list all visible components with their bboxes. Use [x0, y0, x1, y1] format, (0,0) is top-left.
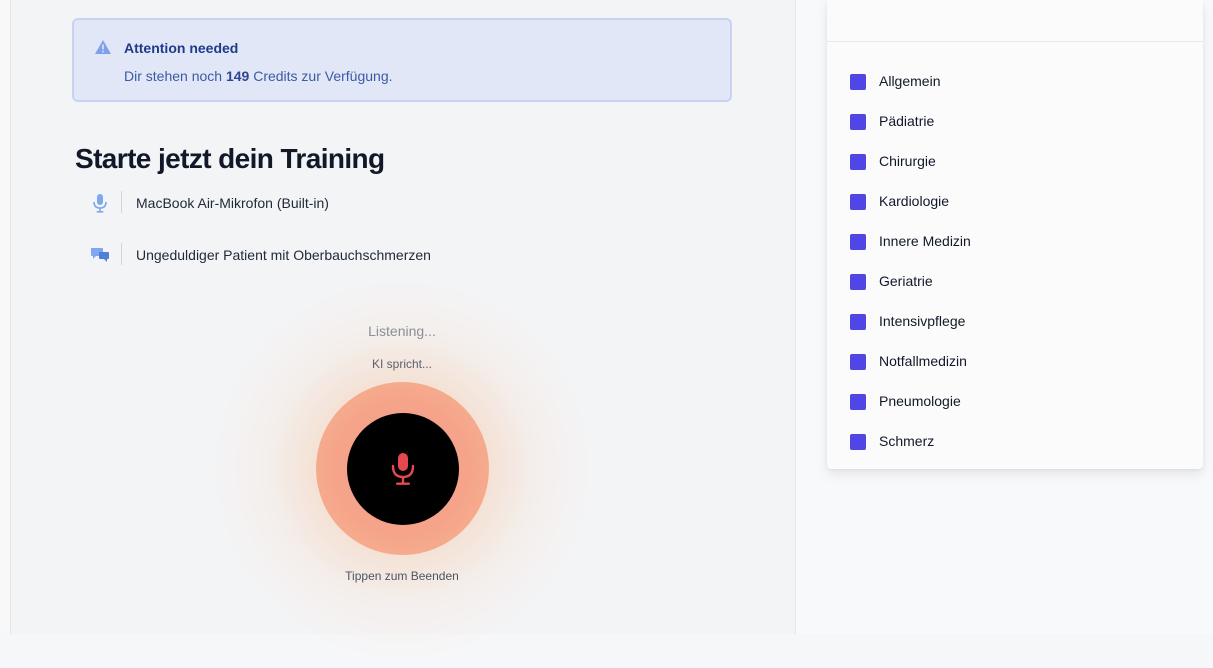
checkbox[interactable]: [850, 314, 866, 330]
credits-count: 149: [225, 68, 250, 84]
separator: [121, 191, 122, 213]
alert-title: Attention needed: [124, 40, 239, 56]
category-option[interactable]: Innere Medizin: [850, 230, 1180, 254]
category-option[interactable]: Chirurgie: [850, 150, 1180, 174]
category-label: Allgemein: [879, 73, 941, 89]
record-button[interactable]: [347, 413, 459, 525]
scenario-selector[interactable]: Ungeduldiger Patient mit Oberbauchschmer…: [73, 241, 673, 269]
category-option[interactable]: Pneumologie: [850, 390, 1180, 414]
alert-text-after: Credits zur Verfügung.: [249, 68, 393, 84]
category-label: Geriatrie: [879, 273, 933, 289]
category-label: Notfallmedizin: [879, 353, 967, 369]
category-option[interactable]: Allgemein: [850, 70, 1180, 94]
tap-to-end-hint: Tippen zum Beenden: [345, 569, 459, 583]
category-label: Intensivpflege: [879, 313, 966, 329]
category-option[interactable]: Schmerz: [850, 430, 1180, 454]
category-label: Innere Medizin: [879, 233, 971, 249]
category-option[interactable]: Kardiologie: [850, 190, 1180, 214]
microphone-label: MacBook Air-Mikrofon (Built-in): [136, 195, 329, 211]
category-label: Schmerz: [879, 433, 935, 449]
category-option[interactable]: Pädiatrie: [850, 110, 1180, 134]
checkbox[interactable]: [850, 434, 866, 450]
checkbox[interactable]: [850, 274, 866, 290]
alert-text: Dir stehen noch 149 Credits zur Verfügun…: [124, 68, 393, 84]
checkbox[interactable]: [850, 394, 866, 410]
warning-icon: [95, 40, 111, 54]
checkbox[interactable]: [850, 354, 866, 370]
separator: [121, 243, 122, 265]
checkbox[interactable]: [850, 154, 866, 170]
category-label: Chirurgie: [879, 153, 936, 169]
listening-status: Listening...: [368, 323, 436, 339]
dropdown-header[interactable]: [827, 0, 1203, 42]
scenario-label: Ungeduldiger Patient mit Oberbauchschmer…: [136, 247, 431, 263]
checkbox[interactable]: [850, 234, 866, 250]
category-dropdown: Allgemein Pädiatrie Chirurgie Kardiologi…: [827, 0, 1203, 469]
microphone-selector[interactable]: MacBook Air-Mikrofon (Built-in): [73, 189, 673, 217]
category-option[interactable]: Notfallmedizin: [850, 350, 1180, 374]
ai-speaking-status: KI spricht...: [371, 357, 433, 371]
microphone-icon: [391, 453, 415, 485]
category-label: Kardiologie: [879, 193, 950, 209]
category-label: Pneumologie: [879, 393, 961, 409]
alert-text-before: Dir stehen noch: [124, 68, 226, 84]
category-option[interactable]: Geriatrie: [850, 270, 1180, 294]
checkbox[interactable]: [850, 194, 866, 210]
microphone-icon: [93, 194, 107, 213]
checkbox[interactable]: [850, 114, 866, 130]
checkbox[interactable]: [850, 74, 866, 90]
left-rail: [0, 0, 11, 634]
page-title: Starte jetzt dein Training: [75, 143, 385, 174]
category-label: Pädiatrie: [879, 113, 935, 129]
credits-alert: Attention needed Dir stehen noch 149 Cre…: [72, 18, 732, 102]
category-option[interactable]: Intensivpflege: [850, 310, 1180, 334]
chat-bubbles-icon: [91, 248, 109, 262]
